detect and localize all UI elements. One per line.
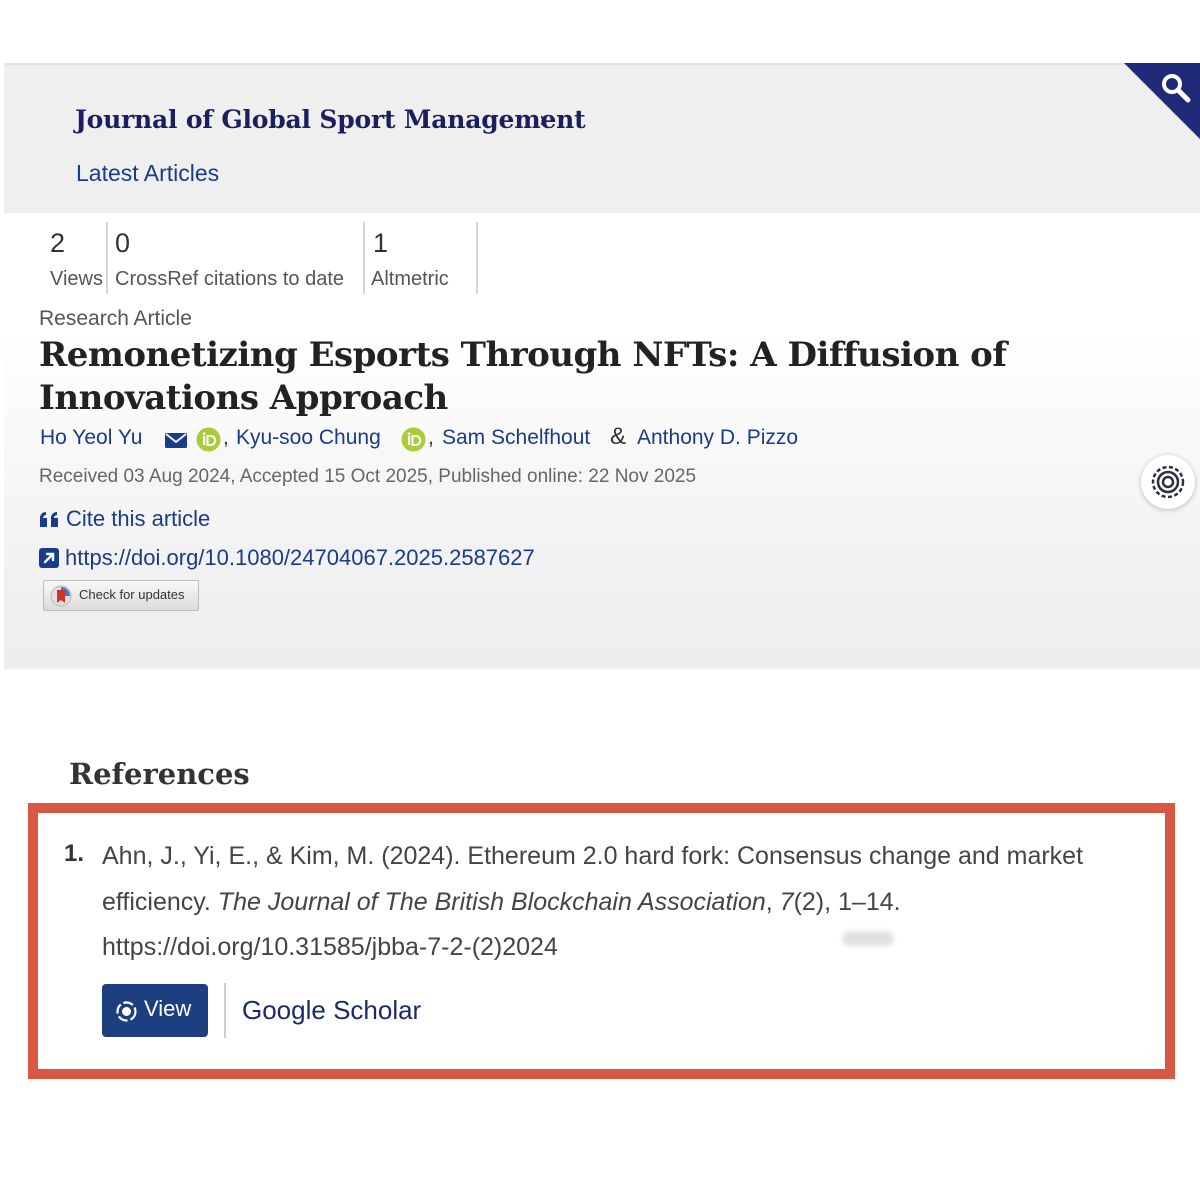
metric-divider [476, 222, 478, 294]
metric-value: 1 [373, 228, 389, 258]
orcid-icon[interactable] [401, 427, 426, 452]
metric-label: CrossRef citations to date [115, 268, 344, 290]
author-link[interactable]: Sam Schelfhout [442, 426, 590, 450]
search-icon[interactable] [1158, 70, 1194, 106]
metric-divider [363, 222, 365, 294]
article-doi-link[interactable]: https://doi.org/10.1080/24704067.2025.25… [65, 545, 535, 571]
reference-comma: , [765, 887, 780, 916]
reference-issue-pages: (2), 1–14. [793, 887, 901, 916]
article-type: Research Article [39, 307, 192, 330]
author-separator: , [223, 426, 229, 449]
author-link[interactable]: Ho Yeol Yu [40, 426, 142, 450]
check-for-updates-button[interactable]: Check for updates [43, 580, 199, 611]
metric-value: 2 [50, 228, 66, 258]
author-link[interactable]: Kyu-soo Chung [236, 426, 381, 450]
reference-volume: 7 [779, 887, 794, 916]
google-scholar-link[interactable]: Google Scholar [242, 995, 421, 1026]
orcid-icon[interactable] [196, 427, 221, 452]
publication-dates: Received 03 Aug 2024, Accepted 15 Oct 20… [39, 466, 697, 487]
metric-altmetric[interactable]: 1 Altmetric [371, 222, 479, 294]
metric-divider [106, 222, 108, 294]
metric-views: 2 Views [50, 222, 108, 294]
quote-icon[interactable] [39, 511, 61, 528]
references-heading: References [69, 757, 250, 791]
button-divider [224, 983, 226, 1038]
article-title: Remonetizing Esports Through NFTs: A Dif… [39, 335, 1007, 418]
metric-label: Altmetric [371, 268, 449, 290]
view-icon [116, 1001, 137, 1022]
check-updates-label: Check for updates [79, 587, 185, 602]
accessibility-button[interactable] [1141, 455, 1195, 509]
metric-crossref: 0 CrossRef citations to date [115, 222, 367, 294]
accessibility-icon [1151, 465, 1185, 499]
view-reference-button[interactable]: View [102, 984, 208, 1037]
cite-article-link[interactable]: Cite this article [66, 506, 210, 532]
reference-number: 1. [64, 840, 85, 867]
smudge-artifact [842, 931, 894, 946]
author-separator: , [428, 426, 434, 449]
reference-text: Ahn, J., Yi, E., & Kim, M. (2024). Ether… [102, 834, 1162, 971]
latest-articles-link[interactable]: Latest Articles [76, 160, 219, 187]
author-link[interactable]: Anthony D. Pizzo [637, 426, 798, 450]
view-button-label: View [144, 996, 192, 1021]
chevron-right-icon: › [539, 108, 549, 133]
crossmark-icon [50, 585, 72, 607]
journal-title-link[interactable]: Journal of Global Sport Management [75, 105, 586, 134]
author-ampersand: & [610, 423, 627, 450]
metric-label: Views [50, 268, 103, 290]
metric-value: 0 [115, 228, 131, 258]
external-link-icon[interactable] [39, 548, 59, 568]
reference-doi-link[interactable]: https://doi.org/10.31585/jbba-7-2-(2)202… [102, 933, 558, 961]
header-top-edge [4, 63, 1200, 65]
reference-journal: The Journal of The British Blockchain As… [217, 887, 766, 916]
mail-icon[interactable] [164, 432, 188, 449]
